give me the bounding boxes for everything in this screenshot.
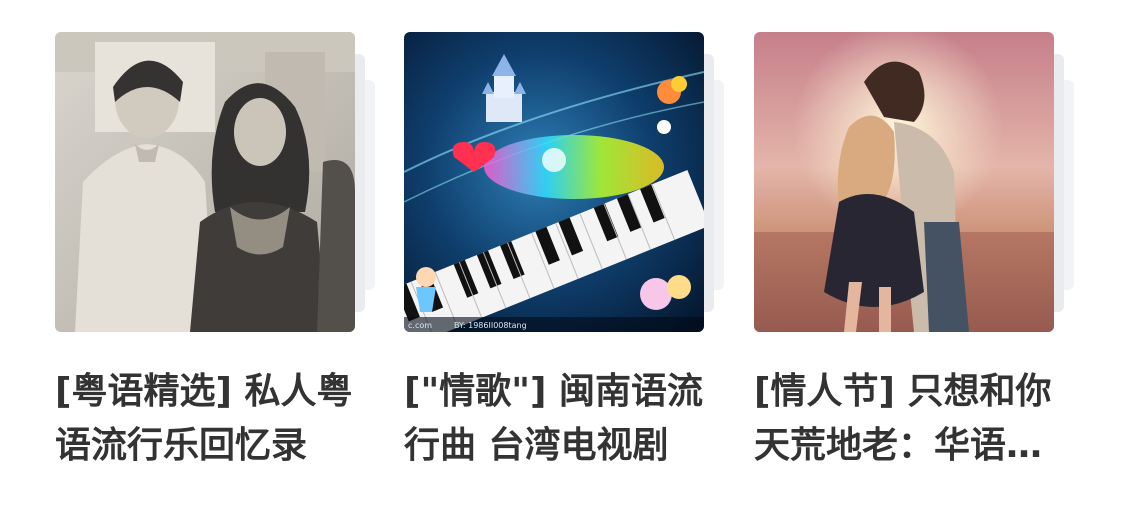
photo-couple-bw-icon <box>55 32 355 332</box>
cover-caption: BY: 1986II008tang <box>454 321 527 330</box>
playlist-card-1[interactable]: [粤语精选] 私人粤语流行乐回忆录 <box>55 32 375 492</box>
playlist-grid: [粤语精选] 私人粤语流行乐回忆录 c.com BY: 1986II008tan… <box>0 0 1133 510</box>
couple-kissing-sunset-icon <box>754 32 1054 332</box>
cover-stack <box>55 32 375 332</box>
playlist-card-3[interactable]: [情人节] 只想和你天荒地老：华语情歌 <box>754 32 1074 492</box>
cover-stack <box>754 32 1074 332</box>
piano-fantasy-art-icon: c.com BY: 1986II008tang <box>404 32 704 332</box>
playlist-cover-2[interactable]: c.com BY: 1986II008tang <box>404 32 704 332</box>
cover-stack: c.com BY: 1986II008tang <box>404 32 724 332</box>
playlist-title-2[interactable]: ["情歌"] 闽南语流行曲 台湾电视剧 <box>404 365 709 473</box>
playlist-title-3[interactable]: [情人节] 只想和你天荒地老：华语情歌 <box>754 365 1059 473</box>
playlist-title-1[interactable]: [粤语精选] 私人粤语流行乐回忆录 <box>55 365 360 473</box>
playlist-card-2[interactable]: c.com BY: 1986II008tang ["情歌"] 闽南语流行曲 台湾… <box>404 32 724 492</box>
cover-caption-left: c.com <box>408 321 432 330</box>
playlist-cover-3[interactable] <box>754 32 1054 332</box>
playlist-cover-1[interactable] <box>55 32 355 332</box>
